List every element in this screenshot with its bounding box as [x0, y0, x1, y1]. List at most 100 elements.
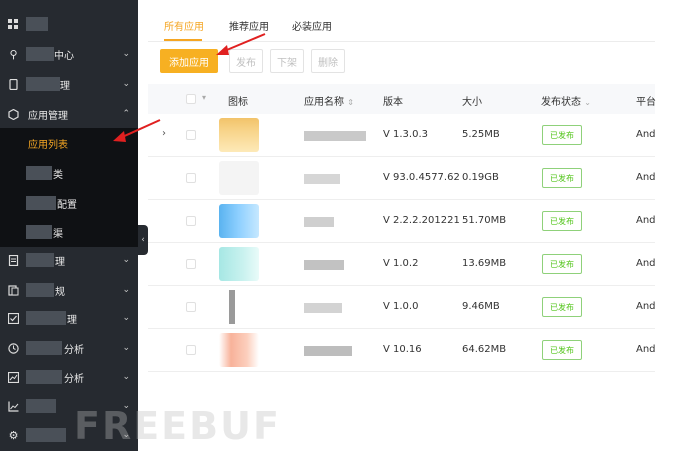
- table-row[interactable]: V 1.0.2 13.69MB 已发布 And: [148, 243, 656, 286]
- app-icon: [219, 204, 259, 238]
- cube-icon: [8, 108, 19, 120]
- user-icon: ⚲: [9, 47, 18, 61]
- sidebar-item-label: 理: [55, 256, 65, 268]
- status-badge: 已发布: [542, 211, 582, 231]
- app-icon: [219, 118, 259, 152]
- line-chart-icon: [8, 401, 19, 412]
- sort-icon[interactable]: ⇕: [347, 98, 354, 107]
- files-icon: [8, 284, 19, 296]
- redacted-app-name: [304, 217, 334, 227]
- column-header-size: 大小: [462, 97, 482, 108]
- chevron-down-icon: ⌄: [122, 372, 130, 382]
- sidebar-item-channel[interactable]: 渠: [0, 217, 138, 247]
- table-row[interactable]: V 93.0.4577.62 0.19GB 已发布 And: [148, 157, 656, 200]
- app-icon: [219, 333, 259, 367]
- tab-all-apps[interactable]: 所有应用: [164, 18, 204, 33]
- platform-cell: And: [636, 129, 656, 140]
- redacted-label: [26, 166, 52, 180]
- row-checkbox[interactable]: [186, 216, 196, 226]
- table-header: ▾ 图标 应用名称 ⇕ 版本 大小 发布状态 ⌄ 平台: [148, 84, 656, 114]
- version-cell: V 93.0.4577.62: [383, 172, 460, 183]
- clock-icon: [8, 342, 19, 354]
- chevron-down-icon: ⌄: [122, 285, 130, 295]
- grid-icon: [8, 18, 19, 30]
- redacted-label: [26, 283, 54, 297]
- size-cell: 5.25MB: [462, 129, 500, 140]
- column-header-label: 应用名称: [304, 97, 344, 108]
- unpublish-button[interactable]: 下架: [270, 49, 304, 73]
- size-cell: 13.69MB: [462, 258, 507, 269]
- table-row[interactable]: › V 1.3.0.3 5.25MB 已发布 And: [148, 114, 656, 157]
- sidebar-item-label: 规: [55, 286, 65, 298]
- sidebar-item-label: 类: [53, 169, 63, 181]
- checklist-icon: [8, 312, 19, 324]
- sidebar-item-label: 分析: [64, 344, 84, 356]
- sidebar-item-rules[interactable]: 规 ⌄: [0, 275, 138, 305]
- sidebar-item-label: 应用管理: [28, 110, 68, 122]
- app-icon: [219, 290, 259, 324]
- redacted-app-name: [304, 303, 342, 313]
- column-header-version: 版本: [383, 97, 403, 108]
- column-header-label: 发布状态: [541, 97, 581, 108]
- row-checkbox[interactable]: [186, 259, 196, 269]
- sidebar-item-docs[interactable]: 理 ⌄: [0, 245, 138, 275]
- sidebar-item-analysis-1[interactable]: 分析 ⌄: [0, 333, 138, 363]
- version-cell: V 1.3.0.3: [383, 129, 429, 140]
- main-content: 所有应用 推荐应用 必装应用 添加应用 发布 下架 删除 ▾ 图标 应用名称 ⇕…: [148, 0, 690, 451]
- tab-required-apps[interactable]: 必装应用: [292, 18, 332, 33]
- version-cell: V 1.0.0: [383, 301, 419, 312]
- sidebar-item-category[interactable]: 类: [0, 158, 138, 188]
- redacted-label: [26, 196, 56, 210]
- redacted-label: [26, 225, 52, 239]
- delete-button[interactable]: 删除: [311, 49, 345, 73]
- platform-cell: And: [636, 258, 656, 269]
- redacted-label: [26, 399, 56, 413]
- sidebar-item-center[interactable]: ⚲ 中心 ⌄: [0, 39, 138, 69]
- sidebar-item-config[interactable]: 配置: [0, 188, 138, 218]
- platform-cell: And: [636, 301, 656, 312]
- select-all-checkbox[interactable]: [186, 94, 196, 104]
- sidebar-item-label: 配置: [57, 199, 77, 211]
- redacted-label: [26, 253, 54, 267]
- row-checkbox[interactable]: [186, 302, 196, 312]
- sidebar-item-label: 中心: [54, 50, 74, 62]
- sidebar-item-label: 理: [67, 314, 77, 326]
- column-header-platform: 平台: [636, 97, 656, 108]
- caret-down-icon[interactable]: ▾: [202, 93, 206, 102]
- table-row[interactable]: V 10.16 64.62MB 已发布 And: [148, 329, 656, 372]
- version-cell: V 1.0.2: [383, 258, 419, 269]
- table-row[interactable]: V 2.2.2.201221 51.70MB 已发布 And: [148, 200, 656, 243]
- platform-cell: And: [636, 172, 656, 183]
- redacted-label: [26, 370, 62, 384]
- sidebar-item-label: 应用列表: [28, 139, 68, 151]
- chevron-down-icon: ⌄: [122, 49, 130, 59]
- chevron-down-icon[interactable]: ⌄: [584, 98, 591, 107]
- redacted-app-name: [304, 131, 366, 141]
- platform-cell: And: [636, 344, 656, 355]
- annotation-arrow-app-list: [113, 119, 161, 142]
- status-badge: 已发布: [542, 297, 582, 317]
- redacted-label: [26, 17, 48, 31]
- annotation-arrow-add-button: [216, 33, 266, 55]
- app-icon: [219, 247, 259, 281]
- sidebar-item-label: 分析: [64, 373, 84, 385]
- sidebar-item-tasks[interactable]: 理 ⌄: [0, 303, 138, 333]
- redacted-app-name: [304, 174, 340, 184]
- version-cell: V 2.2.2.201221: [383, 215, 460, 226]
- table-row[interactable]: V 1.0.0 9.46MB 已发布 And: [148, 286, 656, 329]
- chevron-down-icon: ⌄: [122, 79, 130, 89]
- status-badge: 已发布: [542, 125, 582, 145]
- sidebar-collapse-handle[interactable]: ‹: [138, 225, 148, 255]
- row-checkbox[interactable]: [186, 130, 196, 140]
- version-cell: V 10.16: [383, 344, 422, 355]
- sidebar-item-manage[interactable]: 理 ⌄: [0, 69, 138, 99]
- redacted-label: [26, 428, 66, 442]
- redacted-label: [26, 341, 62, 355]
- sidebar-item-home[interactable]: [0, 9, 138, 39]
- column-header-status[interactable]: 发布状态 ⌄: [541, 93, 591, 108]
- size-cell: 51.70MB: [462, 215, 507, 226]
- column-header-name[interactable]: 应用名称 ⇕: [304, 93, 354, 108]
- row-checkbox[interactable]: [186, 345, 196, 355]
- row-checkbox[interactable]: [186, 173, 196, 183]
- sidebar-item-analysis-2[interactable]: 分析 ⌄: [0, 362, 138, 392]
